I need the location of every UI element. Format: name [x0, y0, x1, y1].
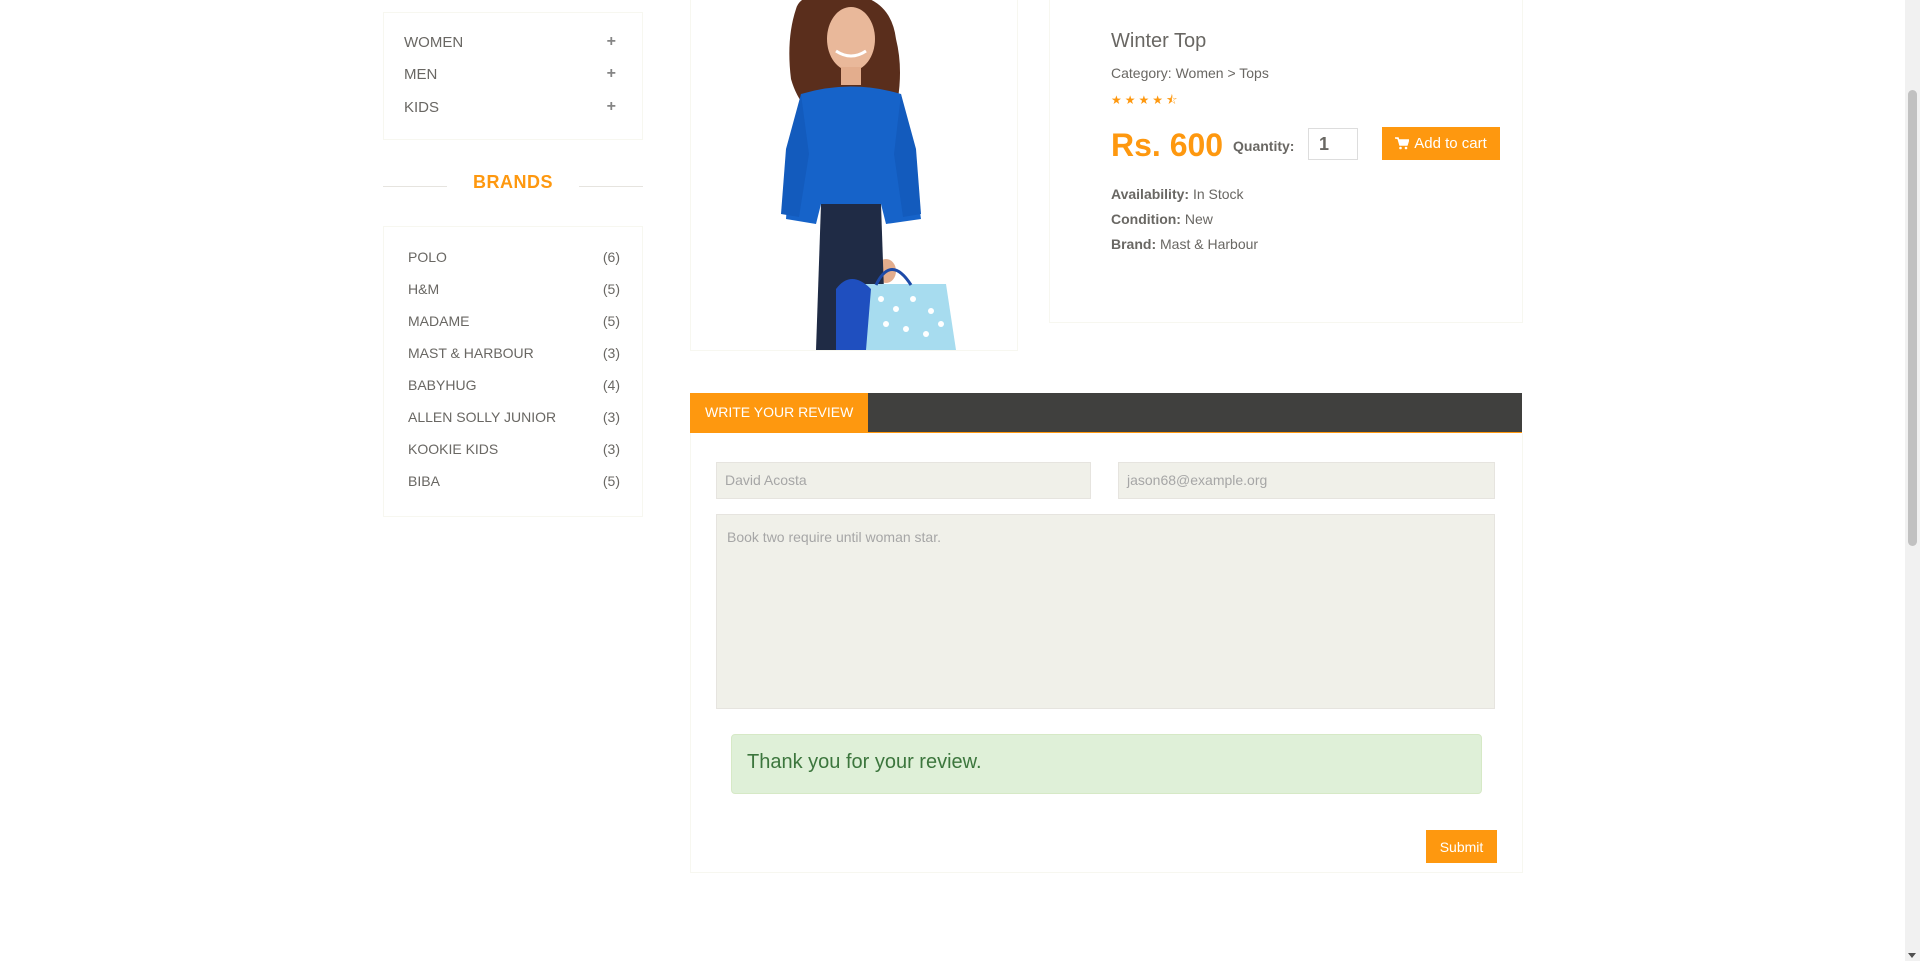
- product-title: Winter Top: [1111, 30, 1207, 52]
- brand-count: (3): [602, 441, 620, 457]
- plus-icon[interactable]: +: [607, 33, 616, 51]
- plus-icon[interactable]: +: [607, 98, 616, 116]
- divider: [579, 186, 643, 187]
- tab-write-review[interactable]: WRITE YOUR REVIEW: [690, 393, 869, 432]
- star-half-icon: ⯪: [1166, 93, 1181, 107]
- brand-count: (5): [602, 473, 620, 489]
- scroll-down-icon[interactable]: [1908, 953, 1916, 958]
- brands-title: BRANDS: [472, 172, 553, 192]
- success-alert: Thank you for your review.: [731, 734, 1482, 794]
- review-tab-bar: WRITE YOUR REVIEW: [690, 393, 1522, 433]
- brand-item[interactable]: BABYHUG (4): [408, 375, 620, 395]
- product-photo: [781, 0, 956, 350]
- brand-count: (5): [602, 281, 620, 297]
- brand-count: (4): [602, 377, 620, 393]
- email-field[interactable]: jason68@example.org: [1118, 462, 1495, 499]
- product-information: Winter Top Category: Women > Tops ★★★★⯪ …: [1049, 0, 1523, 323]
- condition-label: Condition:: [1111, 211, 1181, 227]
- brands-panel: POLO (6) H&M (5) MADAME (5) MAST & HARBO…: [383, 226, 643, 517]
- brand-name[interactable]: BABYHUG: [408, 377, 476, 393]
- brand-count: (3): [602, 409, 620, 425]
- product-image: [690, 0, 1018, 351]
- star-icon: ★: [1152, 93, 1167, 107]
- quantity-label: Quantity:: [1233, 138, 1295, 154]
- star-icon: ★: [1138, 93, 1153, 107]
- name-field[interactable]: David Acosta: [716, 462, 1091, 499]
- product-category: Category: Women > Tops: [1111, 65, 1269, 81]
- product-price: Rs. 600: [1111, 127, 1224, 163]
- brand-item[interactable]: POLO (6): [408, 247, 620, 267]
- availability-value: In Stock: [1192, 186, 1244, 202]
- add-to-cart-button[interactable]: Add to cart: [1382, 127, 1500, 160]
- category-men[interactable]: MEN +: [404, 62, 624, 86]
- quantity-input[interactable]: [1308, 128, 1358, 160]
- condition-value: New: [1184, 211, 1213, 227]
- brand-count: (5): [602, 313, 620, 329]
- brand-name[interactable]: MAST & HARBOUR: [408, 345, 534, 361]
- category-kids[interactable]: KIDS +: [404, 95, 624, 119]
- category-panel: WOMEN + MEN + KIDS +: [383, 12, 643, 140]
- brand-item[interactable]: ALLEN SOLLY JUNIOR (3): [408, 407, 620, 427]
- brand-name[interactable]: POLO: [408, 249, 447, 265]
- brand-name[interactable]: BIBA: [408, 473, 440, 489]
- plus-icon[interactable]: +: [607, 65, 616, 83]
- star-icon: ★: [1111, 93, 1125, 107]
- brand-value: Mast & Harbour: [1160, 236, 1259, 252]
- category-label: MEN: [404, 65, 438, 83]
- brand-item[interactable]: H&M (5): [408, 279, 620, 299]
- brand-line: Brand: Mast & Harbour: [1111, 236, 1258, 252]
- brand-count: (6): [602, 249, 620, 265]
- brand-name[interactable]: ALLEN SOLLY JUNIOR: [408, 409, 556, 425]
- category-label: KIDS: [404, 98, 440, 116]
- condition-line: Condition: New: [1111, 211, 1213, 227]
- category-women[interactable]: WOMEN +: [404, 30, 624, 54]
- add-to-cart-label: Add to cart: [1414, 135, 1487, 152]
- divider: [383, 186, 447, 187]
- availability-line: Availability: In Stock: [1111, 186, 1244, 202]
- brand-item[interactable]: BIBA (5): [408, 471, 620, 491]
- brand-item[interactable]: MAST & HARBOUR (3): [408, 343, 620, 363]
- availability-label: Availability:: [1111, 186, 1190, 202]
- scrollbar[interactable]: [1905, 0, 1920, 961]
- brand-name[interactable]: MADAME: [408, 313, 469, 329]
- review-textarea[interactable]: Book two require until woman star.: [716, 514, 1495, 709]
- brand-name[interactable]: H&M: [408, 281, 439, 297]
- category-label: WOMEN: [404, 33, 464, 51]
- brand-item[interactable]: KOOKIE KIDS (3): [408, 439, 620, 459]
- brand-name[interactable]: KOOKIE KIDS: [408, 441, 498, 457]
- rating-stars: ★★★★⯪: [1111, 91, 1180, 112]
- scrollbar-thumb[interactable]: [1908, 90, 1917, 546]
- review-form: David Acosta jason68@example.org Book tw…: [690, 433, 1523, 873]
- brand-item[interactable]: MADAME (5): [408, 311, 620, 331]
- brands-heading: BRANDS: [383, 172, 643, 193]
- brand-label: Brand:: [1111, 236, 1157, 252]
- brand-count: (3): [602, 345, 620, 361]
- cart-icon: [1395, 137, 1410, 150]
- star-icon: ★: [1124, 93, 1139, 107]
- submit-button[interactable]: Submit: [1426, 830, 1497, 863]
